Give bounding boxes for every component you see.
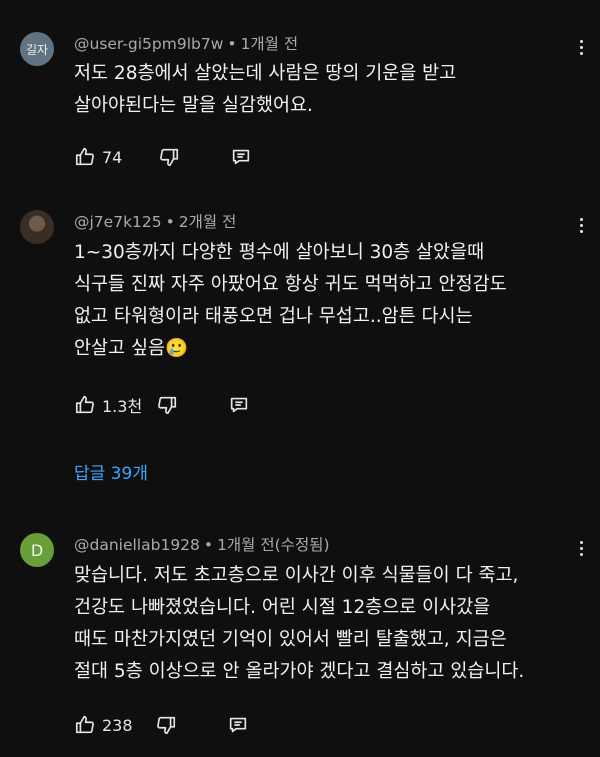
comment-line: 1~30층까지 다양한 평수에 살아보니 30층 살았을때 bbox=[74, 242, 485, 263]
like-count: 74 bbox=[102, 147, 123, 167]
dislike-icon[interactable] bbox=[158, 146, 180, 168]
comment-line: 식구들 진짜 자주 아팠어요 항상 귀도 먹먹하고 안정감도 bbox=[74, 274, 507, 295]
comment-author[interactable]: @user-gi5pm9lb7w bbox=[74, 35, 223, 53]
reply-icon[interactable] bbox=[228, 394, 250, 416]
comment-meta: @daniellab1928 • 1개월 전(수정됨) bbox=[74, 533, 330, 555]
comment-line: 맞습니다. 저도 초고층으로 이사간 이후 식물들이 다 죽고, bbox=[74, 565, 519, 586]
comment-time: 1개월 전 bbox=[240, 35, 299, 53]
view-replies-link[interactable]: 답글 39개 bbox=[74, 459, 148, 484]
comment-actions: 238 bbox=[74, 713, 249, 737]
like-icon[interactable] bbox=[74, 394, 96, 416]
dislike-icon[interactable] bbox=[156, 394, 178, 416]
meta-separator: • bbox=[227, 35, 237, 53]
meta-separator: • bbox=[165, 213, 175, 231]
like-icon[interactable] bbox=[74, 146, 96, 168]
comment-line: 때도 마찬가지였던 기억이 있어서 빨리 탈출했고, 지금은 bbox=[74, 629, 507, 650]
more-options-icon[interactable] bbox=[578, 215, 584, 236]
comment-line: 저도 28층에서 살았는데 사람은 땅의 기운을 받고 bbox=[74, 63, 457, 84]
comment-actions: 1.3천 bbox=[74, 393, 250, 417]
comment-line: 절대 5층 이상으로 안 올라가야 겠다고 결심하고 있습니다. bbox=[74, 661, 525, 682]
comment-author[interactable]: @daniellab1928 bbox=[74, 536, 200, 554]
comment-meta: @j7e7k125 • 2개월 전 bbox=[74, 210, 236, 232]
more-options-icon[interactable] bbox=[578, 37, 584, 58]
comment-meta: @user-gi5pm9lb7w • 1개월 전 bbox=[74, 32, 298, 54]
comment-author[interactable]: @j7e7k125 bbox=[74, 213, 162, 231]
comment-time: 2개월 전 bbox=[178, 213, 237, 231]
dislike-icon[interactable] bbox=[155, 714, 177, 736]
comment-line: 살아야된다는 말을 실감했어요. bbox=[74, 95, 313, 116]
comment-text: 1~30층까지 다양한 평수에 살아보니 30층 살았을때 식구들 진짜 자주 … bbox=[74, 237, 584, 365]
like-count: 238 bbox=[102, 715, 133, 735]
more-options-icon[interactable] bbox=[578, 538, 584, 559]
meta-separator: • bbox=[203, 536, 214, 554]
comment-line: 건강도 나빠졌었습니다. 어린 시절 12층으로 이사갔을 bbox=[74, 597, 491, 618]
comment-line: 없고 타워형이라 태풍오면 겁나 무섭고..암튼 다시는 bbox=[74, 306, 473, 327]
avatar[interactable] bbox=[20, 210, 54, 244]
avatar[interactable]: 길자 bbox=[20, 32, 54, 66]
like-icon[interactable] bbox=[74, 714, 96, 736]
comment-text: 저도 28층에서 살았는데 사람은 땅의 기운을 받고 살아야된다는 말을 실감… bbox=[74, 58, 584, 122]
comment-text: 맞습니다. 저도 초고층으로 이사간 이후 식물들이 다 죽고, 건강도 나빠졌… bbox=[74, 560, 584, 688]
comment-time: 1개월 전(수정됨) bbox=[217, 536, 330, 554]
like-count: 1.3천 bbox=[102, 397, 143, 416]
comment-line: 안살고 싶음🥲 bbox=[74, 338, 189, 359]
reply-icon[interactable] bbox=[230, 146, 252, 168]
reply-icon[interactable] bbox=[227, 714, 249, 736]
comment-actions: 74 bbox=[74, 145, 252, 169]
avatar[interactable]: D bbox=[20, 533, 54, 567]
